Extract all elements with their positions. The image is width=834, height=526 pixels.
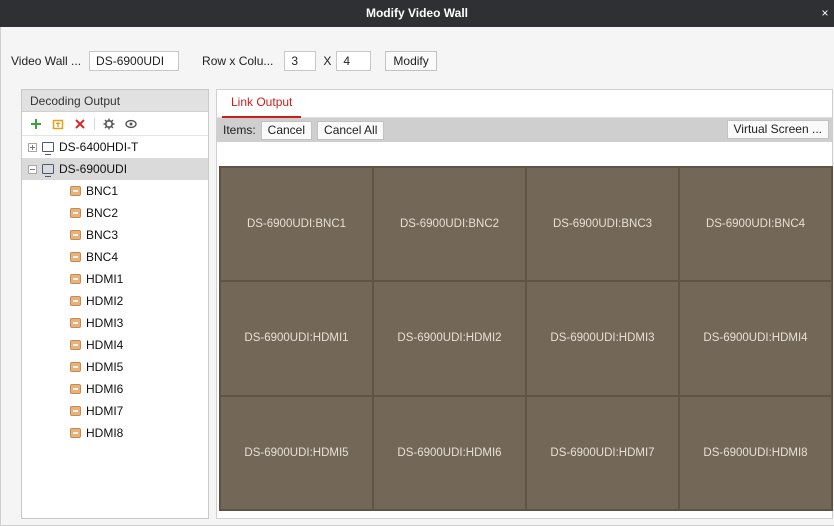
delete-icon[interactable]: [74, 117, 86, 131]
output-channel-icon: [70, 428, 81, 438]
modify-button[interactable]: Modify: [385, 51, 437, 71]
tree-item-hdmi5[interactable]: HDMI5: [22, 356, 208, 378]
output-channel-icon: [70, 252, 81, 262]
wall-screen[interactable]: DS-6900UDI:BNC1: [220, 167, 373, 282]
decoder-device-icon: [42, 142, 54, 155]
channel-label: HDMI4: [86, 338, 124, 352]
output-channel-icon: [70, 208, 81, 218]
video-wall-grid: DS-6900UDI:BNC1 DS-6900UDI:BNC2 DS-6900U…: [219, 166, 833, 511]
items-label: Items:: [223, 123, 256, 137]
video-wall-name-label: Video Wall ...: [11, 54, 82, 68]
channel-label: HDMI1: [86, 272, 124, 286]
tab-link-output[interactable]: Link Output: [222, 90, 302, 118]
tree-item-ds-6900udi[interactable]: DS-6900UDI: [22, 158, 208, 180]
decoder-device-icon: [42, 164, 54, 177]
channel-label: HDMI3: [86, 316, 124, 330]
channel-label: BNC3: [86, 228, 119, 242]
channel-label: HDMI2: [86, 294, 124, 308]
wall-screen[interactable]: DS-6900UDI:HDMI7: [526, 395, 679, 510]
output-channel-icon: [70, 340, 81, 350]
tree-item-hdmi2[interactable]: HDMI2: [22, 290, 208, 312]
expand-icon[interactable]: [28, 142, 37, 152]
channel-label: BNC1: [86, 184, 119, 198]
output-channel-icon: [70, 384, 81, 394]
video-wall-name-input[interactable]: [89, 51, 180, 71]
toolbar-divider: [94, 117, 95, 130]
wall-screen[interactable]: DS-6900UDI:HDMI6: [373, 395, 526, 510]
items-toolbar: Items: Cancel Cancel All Virtual Screen …: [217, 118, 832, 142]
close-icon[interactable]: ×: [818, 0, 832, 27]
wall-screen[interactable]: DS-6900UDI:HDMI1: [220, 281, 373, 396]
device-tree: DS-6400HDI-T DS-6900UDI BNC1 BNC2 BNC3 B…: [22, 136, 208, 444]
wall-screen[interactable]: DS-6900UDI:BNC3: [526, 167, 679, 282]
tree-item-hdmi1[interactable]: HDMI1: [22, 268, 208, 290]
add-icon[interactable]: [30, 117, 42, 131]
channel-label: HDMI5: [86, 360, 124, 374]
tree-item-hdmi6[interactable]: HDMI6: [22, 378, 208, 400]
tree-item-hdmi4[interactable]: HDMI4: [22, 334, 208, 356]
row-column-label: Row x Colu...: [202, 54, 274, 68]
wall-screen[interactable]: DS-6900UDI:HDMI4: [679, 281, 832, 396]
tree-item-hdmi8[interactable]: HDMI8: [22, 422, 208, 444]
title-bar: Modify Video Wall ×: [0, 0, 834, 27]
output-channel-icon: [70, 318, 81, 328]
decoding-output-panel: Decoding Output DS-6400HDI-T DS-6900UDI …: [21, 89, 209, 519]
decoding-output-toolbar: [22, 112, 208, 136]
tab-strip: Link Output: [217, 90, 832, 118]
tree-item-bnc2[interactable]: BNC2: [22, 202, 208, 224]
view-icon[interactable]: [125, 117, 137, 131]
output-channel-icon: [70, 274, 81, 284]
wall-screen[interactable]: DS-6900UDI:HDMI3: [526, 281, 679, 396]
output-channel-icon: [70, 406, 81, 416]
cancel-all-button[interactable]: Cancel All: [317, 120, 385, 140]
device-label: DS-6900UDI: [59, 162, 128, 176]
x-separator-label: X: [323, 54, 332, 68]
wall-screen[interactable]: DS-6900UDI:HDMI2: [373, 281, 526, 396]
tree-item-bnc3[interactable]: BNC3: [22, 224, 208, 246]
tree-item-ds-6400hdi-t[interactable]: DS-6400HDI-T: [22, 136, 208, 158]
channel-label: BNC4: [86, 250, 119, 264]
tree-item-bnc1[interactable]: BNC1: [22, 180, 208, 202]
tree-item-hdmi7[interactable]: HDMI7: [22, 400, 208, 422]
decoding-output-header: Decoding Output: [22, 90, 208, 112]
channel-label: HDMI8: [86, 426, 124, 440]
tree-item-hdmi3[interactable]: HDMI3: [22, 312, 208, 334]
dialog-body: Video Wall ... Row x Colu... X Modify De…: [0, 27, 834, 526]
output-channel-icon: [70, 186, 81, 196]
output-channel-icon: [70, 230, 81, 240]
wall-settings-row: Video Wall ... Row x Colu... X Modify: [11, 51, 437, 71]
virtual-screen-button[interactable]: Virtual Screen ...: [726, 120, 829, 139]
columns-input[interactable]: [336, 51, 372, 71]
wall-screen[interactable]: DS-6900UDI:HDMI5: [220, 395, 373, 510]
channel-label: HDMI6: [86, 382, 124, 396]
rows-input[interactable]: [284, 51, 317, 71]
collapse-icon[interactable]: [28, 164, 37, 174]
tree-item-bnc4[interactable]: BNC4: [22, 246, 208, 268]
window-title: Modify Video Wall: [365, 6, 468, 20]
cancel-button[interactable]: Cancel: [260, 120, 313, 140]
wall-screen[interactable]: DS-6900UDI:BNC2: [373, 167, 526, 282]
channel-label: BNC2: [86, 206, 119, 220]
device-label: DS-6400HDI-T: [59, 140, 139, 154]
settings-icon[interactable]: [103, 117, 115, 131]
link-output-panel: Link Output Items: Cancel Cancel All Vir…: [216, 89, 833, 519]
channel-label: HDMI7: [86, 404, 124, 418]
output-channel-icon: [70, 362, 81, 372]
wall-screen[interactable]: DS-6900UDI:BNC4: [679, 167, 832, 282]
import-icon[interactable]: [52, 117, 64, 131]
wall-screen[interactable]: DS-6900UDI:HDMI8: [679, 395, 832, 510]
output-channel-icon: [70, 296, 81, 306]
